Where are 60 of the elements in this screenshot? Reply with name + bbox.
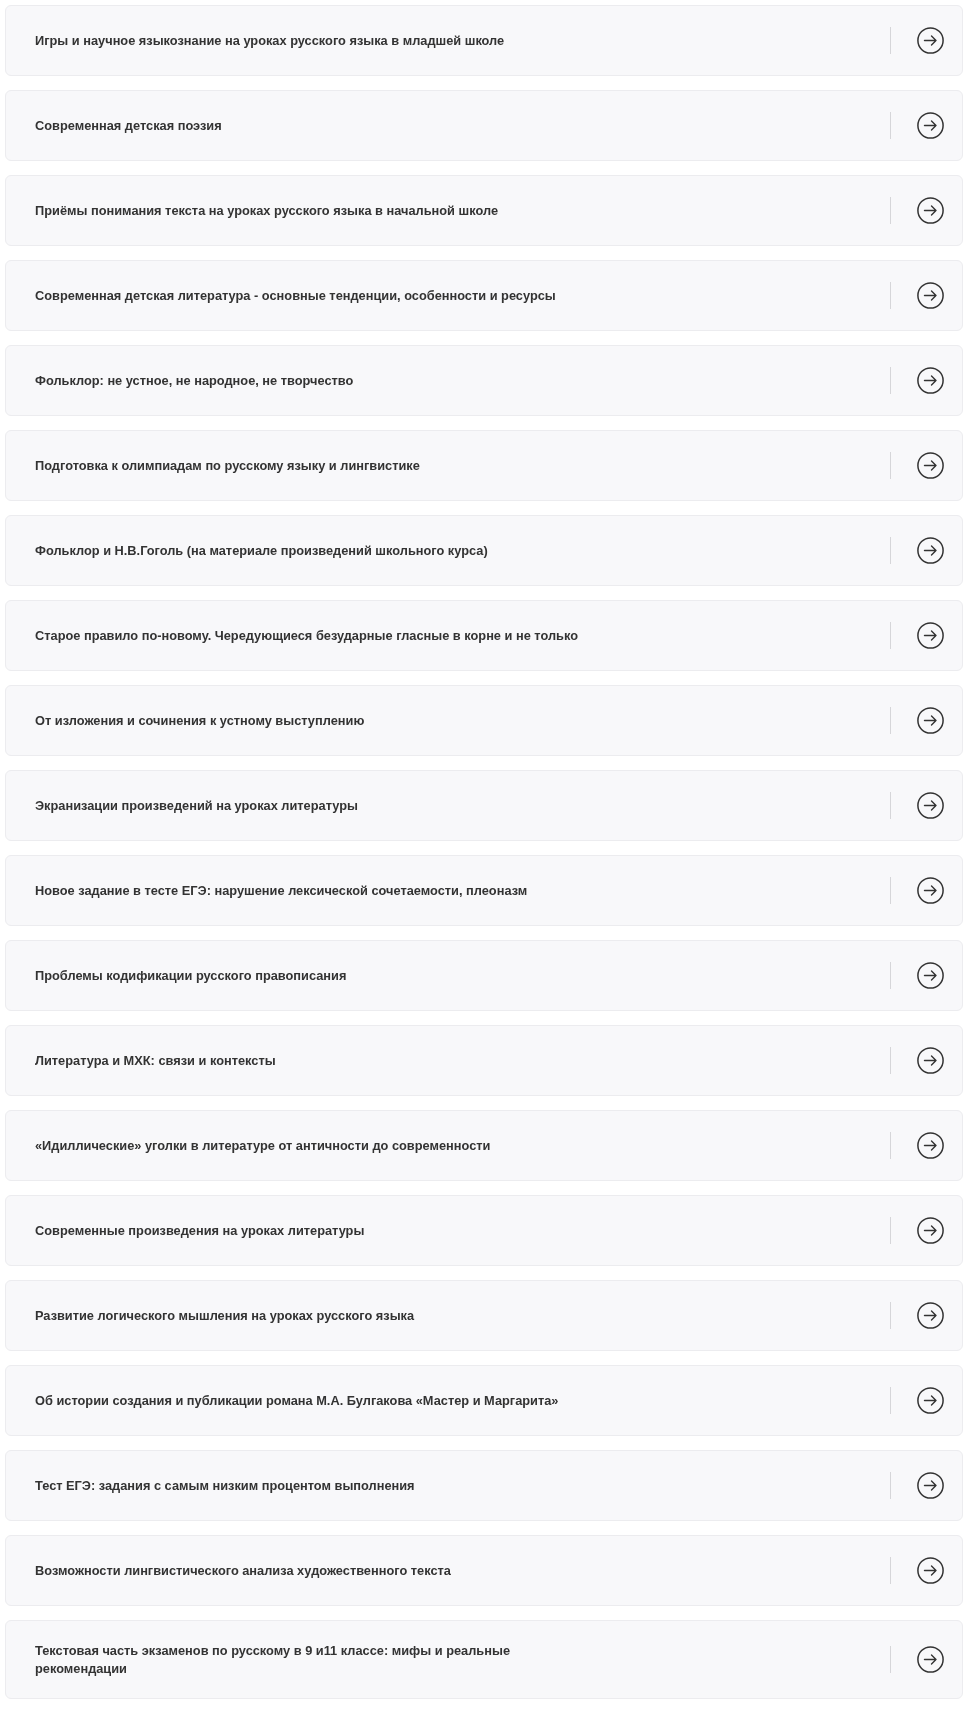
arrow-circle-icon[interactable] — [917, 1047, 944, 1074]
course-title: Фольклор и Н.В.Гоголь (на материале произведений школьного курса) — [35, 541, 489, 560]
arrow-circle-icon[interactable] — [917, 792, 944, 819]
course-title: Развитие логического мышления на уроках русского языка — [35, 1306, 416, 1325]
arrow-circle-icon[interactable] — [917, 1387, 944, 1414]
course-title: Современная детская поэзия — [35, 116, 223, 135]
arrow-circle-icon[interactable] — [917, 707, 944, 734]
arrow-circle-icon[interactable] — [917, 1646, 944, 1673]
arrow-circle-icon[interactable] — [917, 197, 944, 224]
course-title: Приёмы понимания текста на уроках русского языка в начальной школе — [35, 201, 500, 220]
course-card[interactable]: Новое задание в тесте ЕГЭ: нарушение лексической сочетаемости, плеоназм — [5, 855, 963, 926]
arrow-circle-icon[interactable] — [917, 962, 944, 989]
course-card[interactable]: «Идиллические» уголки в литературе от античности до современности — [5, 1110, 963, 1181]
arrow-circle-icon[interactable] — [917, 877, 944, 904]
course-title: «Идиллические» уголки в литературе от античности до современности — [35, 1136, 492, 1155]
course-title: Фольклор: не устное, не народное, не творчество — [35, 371, 355, 390]
course-card[interactable]: Современная детская литература - основные тенденции, особенности и ресурсы — [5, 260, 963, 331]
course-title: Текстовая часть экзаменов по русскому в 9 и11 классе: мифы и реальные рекомендации — [35, 1642, 511, 1677]
course-title: Подготовка к олимпиадам по русскому языку и лингвистике — [35, 456, 421, 475]
arrow-circle-icon[interactable] — [917, 622, 944, 649]
course-card[interactable]: Приёмы понимания текста на уроках русского языка в начальной школе — [5, 175, 963, 246]
course-title: От изложения и сочинения к устному выступлению — [35, 711, 366, 730]
arrow-circle-icon[interactable] — [917, 1132, 944, 1159]
arrow-circle-icon[interactable] — [917, 1302, 944, 1329]
course-card[interactable]: Тест ЕГЭ: задания с самым низким процентом выполнения — [5, 1450, 963, 1521]
course-title: Литература и МХК: связи и контексты — [35, 1051, 277, 1070]
course-title: Возможности лингвистического анализа художественного текста — [35, 1561, 452, 1580]
arrow-circle-icon[interactable] — [917, 1557, 944, 1584]
arrow-circle-icon[interactable] — [917, 27, 944, 54]
course-card[interactable]: Литература и МХК: связи и контексты — [5, 1025, 963, 1096]
arrow-circle-icon[interactable] — [917, 1217, 944, 1244]
course-card[interactable]: Современная детская поэзия — [5, 90, 963, 161]
course-card[interactable]: Об истории создания и публикации романа М.А. Булгакова «Мастер и Маргарита» — [5, 1365, 963, 1436]
course-title: Современная детская литература - основные тенденции, особенности и ресурсы — [35, 286, 557, 305]
course-card[interactable]: От изложения и сочинения к устному выступлению — [5, 685, 963, 756]
arrow-circle-icon[interactable] — [917, 112, 944, 139]
arrow-circle-icon[interactable] — [917, 537, 944, 564]
course-card[interactable]: Фольклор и Н.В.Гоголь (на материале произведений школьного курса) — [5, 515, 963, 586]
course-title: Новое задание в тесте ЕГЭ: нарушение лексической сочетаемости, плеоназм — [35, 881, 529, 900]
course-card[interactable]: Возможности лингвистического анализа художественного текста — [5, 1535, 963, 1606]
course-title: Тест ЕГЭ: задания с самым низким процентом выполнения — [35, 1476, 416, 1495]
course-title: Современные произведения на уроках литературы — [35, 1221, 366, 1240]
course-card[interactable]: Экранизации произведений на уроках литературы — [5, 770, 963, 841]
course-card[interactable]: Современные произведения на уроках литературы — [5, 1195, 963, 1266]
arrow-circle-icon[interactable] — [917, 367, 944, 394]
arrow-circle-icon[interactable] — [917, 282, 944, 309]
arrow-circle-icon[interactable] — [917, 452, 944, 479]
course-card[interactable]: Старое правило по-новому. Чередующиеся безударные гласные в корне и не только — [5, 600, 963, 671]
course-title: Игры и научное языкознание на уроках русского языка в младшей школе — [35, 31, 506, 50]
arrow-circle-icon[interactable] — [917, 1472, 944, 1499]
course-card[interactable]: Проблемы кодификации русского правописания — [5, 940, 963, 1011]
course-card[interactable]: Развитие логического мышления на уроках русского языка — [5, 1280, 963, 1351]
course-title: Старое правило по-новому. Чередующиеся безударные гласные в корне и не только — [35, 626, 579, 645]
course-card[interactable]: Текстовая часть экзаменов по русскому в 9 и11 классе: мифы и реальные рекомендации — [5, 1620, 963, 1699]
course-title: Об истории создания и публикации романа М.А. Булгакова «Мастер и Маргарита» — [35, 1391, 560, 1410]
course-card[interactable]: Игры и научное языкознание на уроках русского языка в младшей школе — [5, 5, 963, 76]
course-card[interactable]: Подготовка к олимпиадам по русскому языку и лингвистике — [5, 430, 963, 501]
course-title: Проблемы кодификации русского правописания — [35, 966, 348, 985]
course-card[interactable]: Фольклор: не устное, не народное, не творчество — [5, 345, 963, 416]
course-title: Экранизации произведений на уроках литературы — [35, 796, 359, 815]
